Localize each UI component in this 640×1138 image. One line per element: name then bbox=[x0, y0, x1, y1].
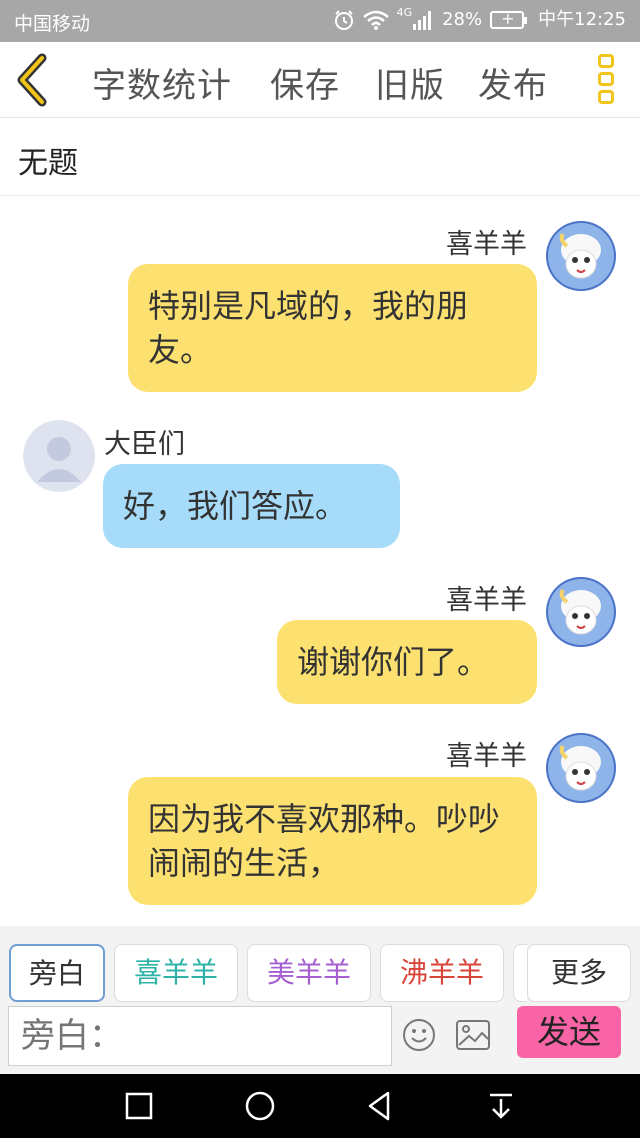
sheep-avatar-icon bbox=[546, 733, 616, 803]
role-label: 美羊羊 bbox=[266, 956, 351, 989]
chevron-left-icon bbox=[17, 53, 47, 107]
more-vertical-icon[interactable] bbox=[598, 54, 618, 108]
document-title-bar[interactable]: 无题 bbox=[0, 118, 640, 196]
send-button[interactable]: 发送 bbox=[517, 1006, 621, 1058]
battery-percent: 28% bbox=[442, 9, 483, 30]
sheep-avatar-icon bbox=[546, 577, 616, 647]
role-label: 沸羊羊 bbox=[399, 956, 484, 989]
editor-toolbar: 字数统计 保存 旧版 发布 bbox=[0, 42, 640, 118]
role-label: 喜羊羊 bbox=[133, 956, 218, 989]
avatar[interactable] bbox=[545, 220, 617, 292]
avatar[interactable] bbox=[23, 420, 95, 492]
clock: 中午12:25 bbox=[538, 9, 626, 30]
speaker-name: 喜羊羊 bbox=[446, 585, 527, 616]
alarm-icon bbox=[334, 10, 353, 30]
avatar[interactable] bbox=[545, 576, 617, 648]
role-label: 旁白 bbox=[28, 957, 85, 990]
speaker-name: 喜羊羊 bbox=[446, 741, 527, 772]
message-input[interactable] bbox=[8, 1006, 392, 1066]
role-tab-feiyangyang[interactable]: 沸羊羊 bbox=[380, 944, 504, 1002]
status-bar: 中国移动 4G 28% + 中午12:25 bbox=[0, 0, 640, 42]
message-bubble[interactable]: 特别是凡域的，我的朋友。 bbox=[128, 264, 537, 392]
signal-bars-icon bbox=[413, 11, 432, 30]
word-count-button[interactable]: 字数统计 bbox=[92, 58, 232, 107]
speaker-name: 大臣们 bbox=[104, 429, 185, 460]
save-button[interactable]: 保存 bbox=[270, 58, 340, 107]
speaker-name: 喜羊羊 bbox=[446, 229, 527, 260]
role-tab-xiyangyang[interactable]: 喜羊羊 bbox=[114, 944, 238, 1002]
message-bubble[interactable]: 因为我不喜欢那种。吵吵闹闹的生活， bbox=[128, 777, 537, 905]
default-user-icon bbox=[23, 420, 95, 492]
home-icon[interactable] bbox=[242, 1088, 278, 1124]
wifi-icon bbox=[362, 10, 389, 30]
signal-icon: 4G bbox=[396, 6, 413, 19]
role-more-button[interactable]: 更多 bbox=[527, 944, 631, 1002]
message-text: 特别是凡域的，我的朋友。 bbox=[148, 287, 469, 369]
sheep-avatar-icon bbox=[546, 221, 616, 291]
notification-pull-icon[interactable] bbox=[483, 1088, 519, 1124]
image-icon[interactable] bbox=[455, 1018, 491, 1052]
old-version-button[interactable]: 旧版 bbox=[375, 58, 445, 107]
role-tab-meiyangyang[interactable]: 美羊羊 bbox=[247, 944, 371, 1002]
role-tab-narrator[interactable]: 旁白 bbox=[9, 944, 105, 1002]
message-bubble[interactable]: 好，我们答应。 bbox=[103, 464, 400, 548]
emoji-icon[interactable] bbox=[402, 1018, 436, 1052]
message-bubble[interactable]: 谢谢你们了。 bbox=[277, 620, 537, 704]
message-text: 谢谢你们了。 bbox=[297, 643, 490, 681]
carrier-label: 中国移动 bbox=[14, 13, 91, 35]
message-text: 因为我不喜欢那种。吵吵闹闹的生活， bbox=[148, 800, 501, 882]
battery-icon: + bbox=[490, 9, 528, 29]
system-nav-bar bbox=[0, 1074, 640, 1138]
role-tab-partial[interactable] bbox=[513, 944, 527, 1002]
composer-panel: 旁白 喜羊羊 美羊羊 沸羊羊 更多 发送 bbox=[0, 926, 640, 1074]
back-button[interactable] bbox=[12, 52, 56, 108]
recent-apps-icon[interactable] bbox=[121, 1088, 157, 1124]
publish-button[interactable]: 发布 bbox=[478, 58, 548, 107]
avatar[interactable] bbox=[545, 732, 617, 804]
back-icon[interactable] bbox=[362, 1088, 398, 1124]
status-icons: 4G 28% + 中午12:25 bbox=[333, 6, 626, 32]
role-label: 更多 bbox=[550, 956, 607, 989]
document-title: 无题 bbox=[18, 146, 78, 181]
message-text: 好，我们答应。 bbox=[123, 487, 348, 525]
